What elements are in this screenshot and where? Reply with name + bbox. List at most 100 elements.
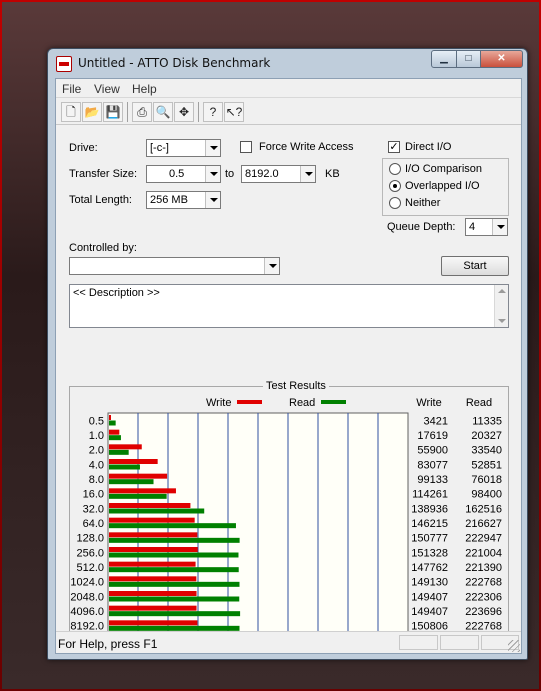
- transfer-to-value: 8192.0: [245, 168, 279, 180]
- force-write-checkbox[interactable]: [240, 141, 252, 153]
- read-value: 20327: [471, 430, 502, 442]
- toolbar-separator: [127, 102, 128, 122]
- write-bar: [109, 517, 195, 523]
- atto-app-icon: [56, 56, 72, 72]
- write-bar: [109, 429, 120, 435]
- save-icon[interactable]: 💾: [103, 102, 123, 122]
- status-cell: [399, 635, 438, 650]
- chevron-down-icon: [205, 192, 220, 208]
- write-bar: [109, 576, 197, 582]
- write-bar: [109, 488, 176, 494]
- read-bar: [109, 552, 239, 558]
- chevron-down-icon: [205, 140, 220, 156]
- help-icon[interactable]: ?: [203, 102, 223, 122]
- write-bar: [109, 444, 142, 450]
- menu-help[interactable]: Help: [132, 82, 157, 96]
- read-column-header: Read: [466, 397, 492, 409]
- transfer-size-label: Transfer Size:: [69, 168, 138, 180]
- write-value: 147762: [411, 562, 448, 574]
- read-value: 222768: [465, 577, 502, 589]
- controlled-by-select[interactable]: [69, 257, 280, 275]
- status-bar: For Help, press F1: [56, 631, 521, 653]
- client-area: File View Help 🗋 📂 💾 ⎙ 🔍 ✥ ? ↖? Drive: […: [55, 78, 522, 663]
- write-bar: [109, 591, 197, 596]
- read-value: 222947: [465, 533, 502, 545]
- read-bar: [109, 479, 154, 485]
- status-text: For Help, press F1: [58, 637, 158, 651]
- maximize-button[interactable]: □: [456, 50, 481, 68]
- read-value: 223696: [465, 606, 502, 618]
- description-scrollbar[interactable]: [494, 285, 508, 327]
- write-value: 3421: [424, 415, 448, 427]
- read-value: 221004: [465, 547, 502, 559]
- write-column-header: Write: [416, 397, 441, 409]
- app-window: Untitled - ATTO Disk Benchmark ▁ □ ✕ Fil…: [47, 48, 528, 663]
- read-value: 221390: [465, 562, 502, 574]
- y-tick-label: 2.0: [89, 445, 104, 457]
- description-textarea[interactable]: << Description >>: [69, 284, 509, 328]
- menu-bar: File View Help: [56, 79, 521, 98]
- read-value: 52851: [471, 459, 502, 471]
- y-tick-label: 256.0: [76, 547, 104, 559]
- y-tick-label: 2048.0: [70, 591, 104, 603]
- direct-io-checkbox[interactable]: ✓: [388, 141, 400, 153]
- read-value: 33540: [471, 445, 502, 457]
- y-tick-label: 8.0: [89, 474, 104, 486]
- test-results-group: Test Results 050100150200250300350400450…: [69, 380, 509, 663]
- y-tick-label: 1024.0: [70, 577, 104, 589]
- overlapped-io-label: Overlapped I/O: [405, 180, 480, 192]
- drive-select[interactable]: [-c-]: [146, 139, 221, 157]
- write-value: 149407: [411, 606, 448, 618]
- queue-depth-select[interactable]: 4: [465, 218, 508, 236]
- io-comparison-radio[interactable]: [389, 163, 401, 175]
- close-button[interactable]: ✕: [480, 50, 523, 68]
- y-tick-label: 32.0: [83, 503, 104, 515]
- title-bar[interactable]: Untitled - ATTO Disk Benchmark ▁ □ ✕: [48, 49, 527, 77]
- controlled-by-label: Controlled by:: [69, 242, 137, 254]
- test-results-title: Test Results: [263, 380, 329, 392]
- write-bar: [109, 415, 111, 420]
- menu-file[interactable]: File: [62, 82, 81, 96]
- chart-results-table: 3421 11335 17619 20327 55900 33540 83077 52851 9…: [411, 397, 502, 633]
- minimize-button[interactable]: ▁: [431, 50, 457, 68]
- start-button[interactable]: Start: [441, 256, 509, 276]
- read-value: 11335: [472, 415, 502, 427]
- y-tick-label: 4096.0: [70, 606, 104, 618]
- chevron-down-icon: [205, 166, 220, 182]
- print-icon[interactable]: ⎙: [132, 102, 152, 122]
- y-tick-label: 128.0: [76, 533, 104, 545]
- drive-value: [-c-]: [150, 142, 169, 154]
- menu-view[interactable]: View: [94, 82, 120, 96]
- resize-grip-icon[interactable]: [508, 640, 520, 652]
- force-write-label: Force Write Access: [259, 141, 354, 153]
- read-value: 76018: [471, 474, 502, 486]
- neither-radio[interactable]: [389, 197, 401, 209]
- read-bar: [109, 449, 129, 455]
- total-length-select[interactable]: 256 MB: [146, 191, 221, 209]
- read-bar: [109, 508, 205, 514]
- neither-label: Neither: [405, 197, 441, 209]
- write-value: 150777: [411, 533, 448, 545]
- queue-depth-value: 4: [469, 221, 476, 233]
- read-bar: [109, 537, 240, 543]
- write-bar: [109, 532, 198, 538]
- transfer-to-select[interactable]: 8192.0: [241, 165, 316, 183]
- y-tick-label: 512.0: [76, 562, 104, 574]
- move-icon[interactable]: ✥: [174, 102, 194, 122]
- scroll-up-icon[interactable]: [498, 289, 506, 293]
- write-value: 83077: [417, 459, 448, 471]
- overlapped-io-radio[interactable]: [389, 180, 401, 192]
- print-preview-icon[interactable]: 🔍: [153, 102, 173, 122]
- y-tick-label: 4.0: [89, 459, 104, 471]
- open-folder-icon[interactable]: 📂: [82, 102, 102, 122]
- transfer-from-value: 0.5: [169, 168, 185, 180]
- write-bar: [109, 547, 198, 552]
- read-bar: [109, 493, 167, 499]
- scroll-down-icon[interactable]: [498, 319, 506, 323]
- write-bar: [109, 503, 191, 508]
- toolbar: 🗋 📂 💾 ⎙ 🔍 ✥ ? ↖?: [56, 99, 521, 125]
- transfer-from-select[interactable]: 0.5: [146, 165, 221, 183]
- chart-legend: Write Read: [206, 397, 346, 409]
- new-file-icon[interactable]: 🗋: [61, 102, 81, 122]
- context-help-icon[interactable]: ↖?: [224, 102, 244, 122]
